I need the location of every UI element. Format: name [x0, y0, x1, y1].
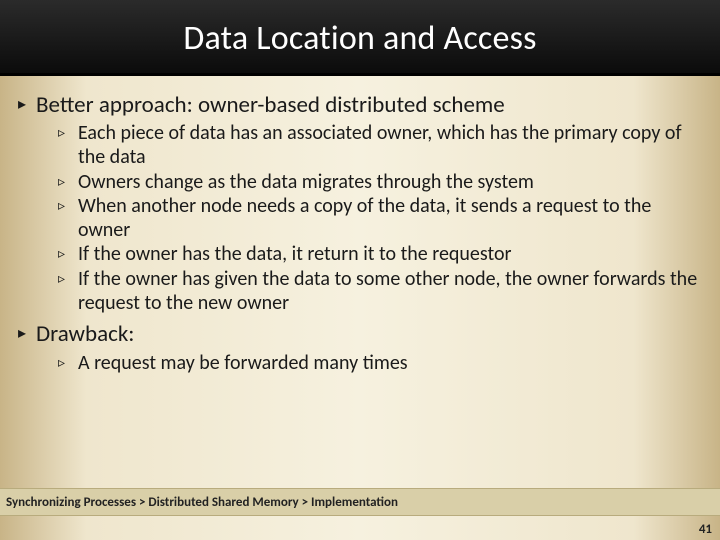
page-number: 41: [699, 522, 712, 537]
bullet-level2: ▹ Owners change as the data migrates thr…: [58, 171, 702, 195]
triangle-right-open-icon: ▹: [58, 246, 78, 263]
slide-title: Data Location and Access: [183, 18, 536, 59]
triangle-right-open-icon: ▹: [58, 355, 78, 372]
sub-list: ▹ A request may be forwarded many times: [58, 352, 702, 376]
sub-list: ▹ Each piece of data has an associated o…: [58, 122, 702, 315]
breadcrumb-text: Synchronizing Processes > Distributed Sh…: [6, 495, 398, 510]
bullet-level1: ▸ Better approach: owner-based distribut…: [18, 92, 702, 118]
triangle-right-icon: ▸: [18, 96, 36, 114]
triangle-right-icon: ▸: [18, 325, 36, 343]
bullet-text: Drawback:: [36, 321, 134, 347]
bullet-level2: ▹ Each piece of data has an associated o…: [58, 122, 702, 169]
bullet-level2: ▹ If the owner has given the data to som…: [58, 268, 702, 315]
bullet-text: A request may be forwarded many times: [78, 352, 408, 376]
bullet-text: Each piece of data has an associated own…: [78, 122, 702, 169]
bullet-text: When another node needs a copy of the da…: [78, 195, 702, 242]
slide: Data Location and Access ▸ Better approa…: [0, 0, 720, 540]
triangle-right-open-icon: ▹: [58, 271, 78, 288]
slide-body: ▸ Better approach: owner-based distribut…: [0, 76, 720, 375]
bullet-level2: ▹ A request may be forwarded many times: [58, 352, 702, 376]
bullet-level2: ▹ When another node needs a copy of the …: [58, 195, 702, 242]
breadcrumb: Synchronizing Processes > Distributed Sh…: [0, 488, 720, 516]
bullet-level1: ▸ Drawback:: [18, 321, 702, 347]
bullet-text: Better approach: owner-based distributed…: [36, 92, 505, 118]
triangle-right-open-icon: ▹: [58, 174, 78, 191]
bullet-text: If the owner has the data, it return it …: [78, 243, 512, 267]
triangle-right-open-icon: ▹: [58, 125, 78, 142]
bullet-text: If the owner has given the data to some …: [78, 268, 702, 315]
triangle-right-open-icon: ▹: [58, 198, 78, 215]
title-bar: Data Location and Access: [0, 0, 720, 76]
bullet-level2: ▹ If the owner has the data, it return i…: [58, 243, 702, 267]
bullet-text: Owners change as the data migrates throu…: [78, 171, 534, 195]
